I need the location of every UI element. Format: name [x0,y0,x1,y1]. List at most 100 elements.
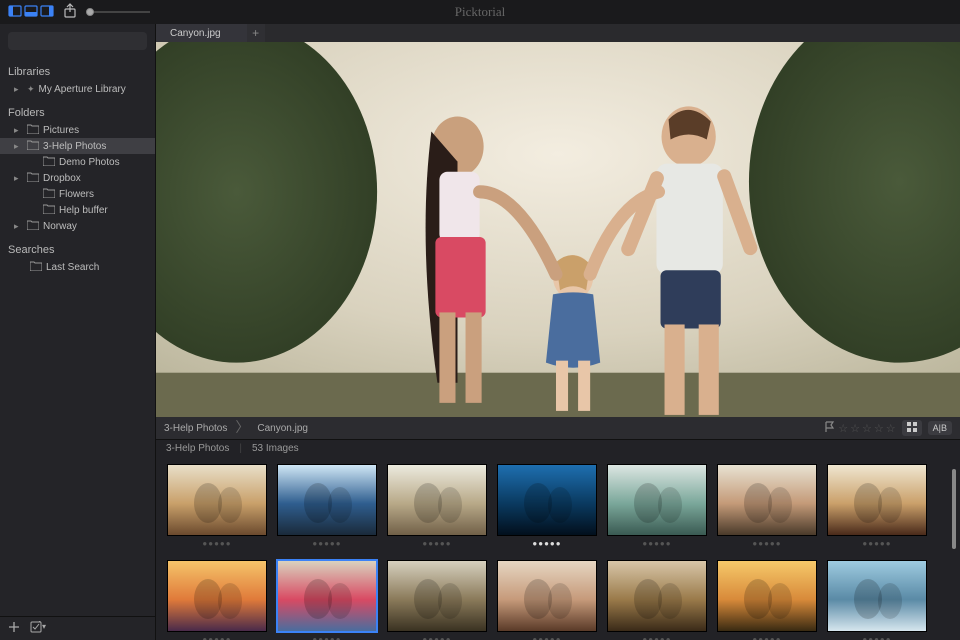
rating-dots: ●●●●● [312,635,341,640]
tab-strip: Canyon.jpg + [156,24,960,42]
searches-header: Searches [0,234,155,259]
thumb-3[interactable]: ●●●●● [388,465,486,549]
ab-compare-button[interactable]: A|B [928,421,952,435]
breadcrumb: 3-Help Photos 〉 Canyon.jpg [164,418,308,438]
chevron-right-icon: ▸ [14,221,23,232]
folder-item-norway[interactable]: ▸ Norway [0,218,155,234]
sidebar: Libraries ▸ ✦ My Aperture Library Folder… [0,24,156,640]
library-glyph-icon: ✦ [27,84,35,95]
rating-dots: ●●●●● [422,635,451,640]
folder-icon [43,156,55,169]
zoom-slider[interactable] [90,11,150,13]
thumb-5[interactable]: ●●●●● [608,465,706,549]
thumbnail-image [608,561,706,631]
thumb-12[interactable]: ●●●●● [608,561,706,640]
view-layout-split-icon[interactable] [24,4,38,21]
scrollbar-thumb[interactable] [952,469,956,549]
filmstrip-folder: 3-Help Photos [166,443,229,454]
tab-label: Canyon.jpg [170,28,221,39]
star-4[interactable]: ☆ [874,422,884,435]
main-photo [156,42,960,417]
rating-dots: ●●●●● [752,635,781,640]
rating-dots: ●●●●● [422,539,451,549]
main-photo-viewer[interactable] [156,42,960,417]
libraries-header: Libraries [0,56,155,81]
thumb-9[interactable]: ●●●●● [278,561,376,640]
star-3[interactable]: ☆ [862,422,872,435]
thumbnail-image [498,465,596,535]
chevron-right-icon: ▸ [14,84,23,95]
folder-icon [43,204,55,217]
thumbnail-image [278,465,376,535]
view-layout-right-icon[interactable] [40,4,54,21]
thumbnail-image [718,465,816,535]
thumb-4[interactable]: ●●●●● [498,465,596,549]
flag-icon[interactable] [824,421,836,436]
star-5[interactable]: ☆ [886,422,896,435]
folder-label: Pictures [43,125,79,136]
thumbnail-image [388,465,486,535]
folder-icon [30,261,42,274]
filmstrip[interactable]: ●●●●●●●●●●●●●●●●●●●●●●●●●●●●●●●●●●●●●●●●… [156,457,960,640]
thumbnail-image [168,465,266,535]
folder-label: Flowers [59,189,94,200]
folder-icon [27,140,39,153]
star-2[interactable]: ☆ [850,422,860,435]
rating-dots: ●●●●● [862,635,891,640]
folder-item-flowers[interactable]: Flowers [0,186,155,202]
chevron-right-icon: ▸ [14,141,23,152]
chevron-right-icon: ▸ [14,125,23,136]
thumb-6[interactable]: ●●●●● [718,465,816,549]
search-item-last[interactable]: Last Search [0,259,155,275]
thumb-1[interactable]: ●●●●● [168,465,266,549]
folder-label: Norway [43,221,77,232]
share-icon[interactable] [62,3,78,22]
grid-view-button[interactable] [902,420,922,436]
folder-label: 3-Help Photos [43,141,106,152]
thumbnail-image [388,561,486,631]
rating-dots: ●●●●● [642,539,671,549]
rating-dots: ●●●●● [202,635,231,640]
chevron-right-icon: ▸ [14,173,23,184]
rating-dots: ●●●●● [312,539,341,549]
library-item-aperture[interactable]: ▸ ✦ My Aperture Library [0,81,155,97]
view-mode-group [8,4,54,21]
search-input[interactable] [8,32,147,50]
add-button[interactable] [8,621,20,636]
thumbnail-image [828,465,926,535]
thumb-7[interactable]: ●●●●● [828,465,926,549]
thumb-8[interactable]: ●●●●● [168,561,266,640]
folder-icon [27,124,39,137]
rating-control: ☆ ☆ ☆ ☆ ☆ [824,421,895,436]
thumb-2[interactable]: ●●●●● [278,465,376,549]
chevron-right-icon: 〉 [235,417,249,437]
thumb-10[interactable]: ●●●●● [388,561,486,640]
thumbnail-image [718,561,816,631]
tab-canyon[interactable]: Canyon.jpg [156,24,247,42]
folder-item-pictures[interactable]: ▸ Pictures [0,122,155,138]
folder-item-demo-photos[interactable]: Demo Photos [0,154,155,170]
thumb-13[interactable]: ●●●●● [718,561,816,640]
breadcrumb-file[interactable]: Canyon.jpg [257,423,308,434]
app-title: Picktorial [455,4,506,20]
title-bar: Picktorial [0,0,960,24]
rating-dots: ●●●●● [642,635,671,640]
thumb-14[interactable]: ●●●●● [828,561,926,640]
thumb-11[interactable]: ●●●●● [498,561,596,640]
tab-add-button[interactable]: + [247,24,265,42]
info-bar: 3-Help Photos 〉 Canyon.jpg ☆ ☆ ☆ ☆ ☆ A|B [156,417,960,439]
thumbnail-image [608,465,706,535]
edit-checkbox-icon[interactable]: ▾ [30,621,46,636]
thumbnail-image [278,561,376,631]
folder-label: Dropbox [43,173,81,184]
folder-item-help-buffer[interactable]: Help buffer [0,202,155,218]
star-1[interactable]: ☆ [838,422,848,435]
folder-item-3-help-photos[interactable]: ▸ 3-Help Photos [0,138,155,154]
view-layout-left-icon[interactable] [8,4,22,21]
folder-icon [27,220,39,233]
folder-item-dropbox[interactable]: ▸ Dropbox [0,170,155,186]
folder-icon [27,172,39,185]
grid-icon [907,422,917,432]
rating-dots: ●●●●● [202,539,231,549]
breadcrumb-folder[interactable]: 3-Help Photos [164,423,227,434]
